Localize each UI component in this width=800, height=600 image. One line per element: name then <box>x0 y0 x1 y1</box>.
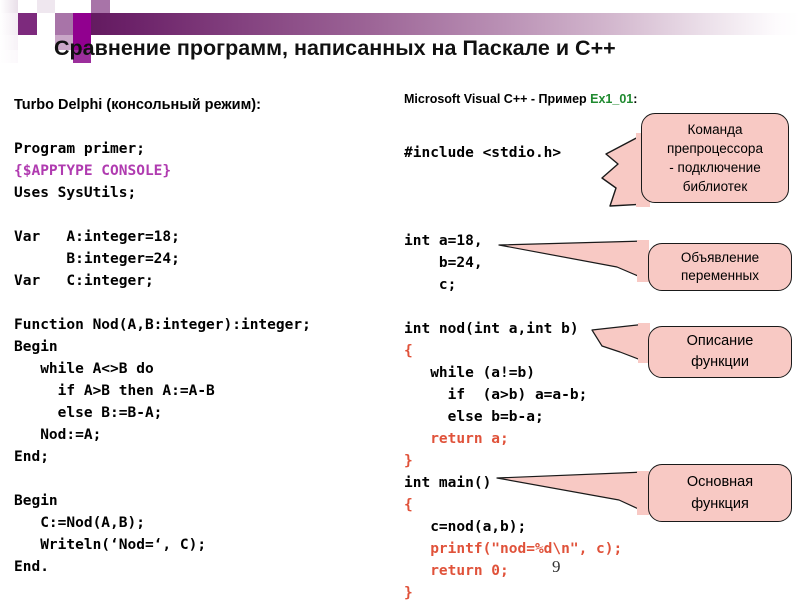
code-line: Begin <box>14 339 58 355</box>
callout-preprocessor: Команда препроцессора - подключение библиот… <box>641 113 789 203</box>
callout-variables: Объявление переменных <box>648 243 792 291</box>
cpp-code-block: #include <stdio.h> int a=18, b=24, c; in… <box>404 142 622 600</box>
code-line: } <box>404 453 413 469</box>
callout-line: - подключение <box>669 160 761 175</box>
code-line: else b=b-a; <box>404 409 544 425</box>
page-number: 9 <box>552 557 561 576</box>
callout-line: Описание <box>686 333 754 349</box>
deco-square-7 <box>0 13 18 35</box>
callout-text: Основная функция <box>649 471 791 515</box>
callout-text: Объявление переменных <box>649 249 791 285</box>
right-heading-prefix: Microsoft Visual C++ - Пример <box>404 92 591 106</box>
code-line: Writeln(‘Nod=‘, C); <box>14 537 207 553</box>
callout-main: Основная функция <box>648 464 792 522</box>
callout-line: библиотек <box>682 179 748 194</box>
callout-line: Команда <box>687 122 743 137</box>
callout-tail-variables <box>497 239 649 285</box>
code-line: Uses SysUtils; <box>14 185 137 201</box>
callout-line: функция <box>691 496 749 512</box>
header-accent-bar <box>0 13 800 35</box>
right-heading-example: Ex1_01 <box>590 92 634 106</box>
code-line: if (a>b) a=a-b; <box>404 387 588 403</box>
code-line: C:=Nod(A,B); <box>14 515 145 531</box>
right-heading-suffix: : <box>633 92 638 106</box>
deco-square-1 <box>0 0 18 13</box>
code-line: Function Nod(A,B:integer):integer; <box>14 317 311 333</box>
deco-square-17 <box>0 50 18 63</box>
code-line: } <box>404 585 413 600</box>
deco-square-12 <box>0 35 18 50</box>
deco-square-4 <box>55 0 73 13</box>
code-line: Nod:=A; <box>14 427 102 443</box>
deco-square-9 <box>37 13 55 35</box>
deco-square-6 <box>91 0 110 13</box>
code-line: Var A:integer=18; <box>14 229 180 245</box>
callout-text: Описание функции <box>649 331 791 373</box>
code-line: return a; <box>404 431 509 447</box>
right-column-heading: Microsoft Visual C++ - Пример Ex1_01: <box>404 92 637 106</box>
code-line: Begin <box>14 493 58 509</box>
deco-square-8 <box>18 13 37 35</box>
pascal-code-block: Program primer; {$APPTYPE CONSOLE} Uses Sy… <box>14 138 311 578</box>
callout-text: Команда препроцессора - подключение библиот… <box>642 120 788 196</box>
deco-square-11 <box>73 13 91 35</box>
callout-line: препроцессора <box>667 141 763 156</box>
code-line: else B:=B-A; <box>14 405 163 421</box>
code-line: End; <box>14 449 49 465</box>
slide: Сравнение программ, написанных на Паскал… <box>0 0 800 600</box>
code-line: c=nod(a,b); <box>404 519 527 535</box>
code-line: Program primer; <box>14 141 145 157</box>
deco-square-5 <box>73 0 91 13</box>
deco-square-10 <box>55 13 73 35</box>
callout-line: Объявление <box>680 250 760 265</box>
callout-line: переменных <box>681 268 759 283</box>
code-line: while A<>B do <box>14 361 154 377</box>
code-line: #include <stdio.h> <box>404 145 562 161</box>
deco-square-3 <box>37 0 55 13</box>
code-line: B:integer=24; <box>14 251 180 267</box>
code-line: {$APPTYPE CONSOLE} <box>14 163 172 179</box>
deco-square-2 <box>18 0 37 13</box>
callout-line: Основная <box>686 474 754 490</box>
page-title: Сравнение программ, написанных на Паскал… <box>54 36 616 60</box>
callout-tail-main <box>495 470 649 518</box>
code-line: printf("nod=%d\n", c); <box>404 541 623 557</box>
deco-square-14 <box>37 35 55 50</box>
code-line: End. <box>14 559 49 575</box>
callout-tail-function <box>590 322 650 366</box>
code-line: Var C:integer; <box>14 273 154 289</box>
callout-line: функции <box>691 354 749 370</box>
deco-square-13 <box>18 35 37 50</box>
callout-function: Описание функции <box>648 326 792 378</box>
code-line: if A>B then A:=A-B <box>14 383 215 399</box>
left-column-heading: Turbo Delphi (консольный режим): <box>14 97 261 113</box>
code-line: return 0; <box>404 563 509 579</box>
